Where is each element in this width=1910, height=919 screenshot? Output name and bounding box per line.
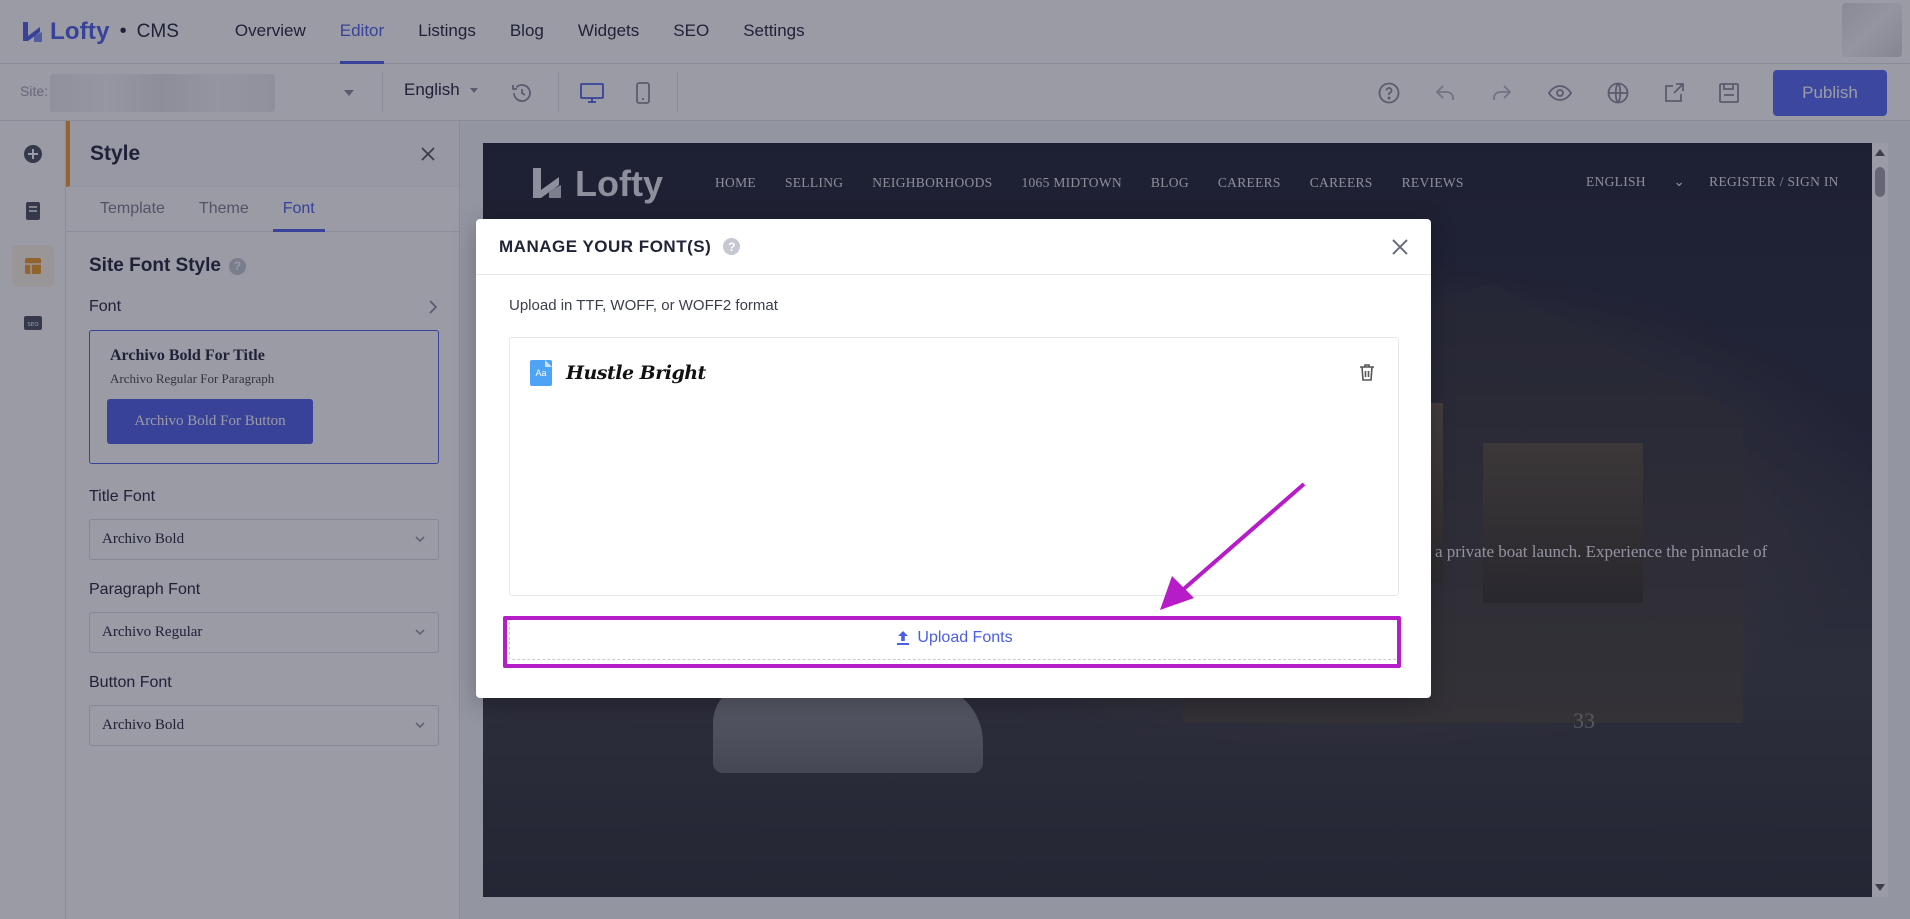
upload-fonts-label: Upload Fonts xyxy=(917,629,1013,646)
close-icon[interactable] xyxy=(1389,236,1411,258)
list-item: Aa Hustle Bright xyxy=(530,360,706,386)
font-file-icon: Aa xyxy=(530,360,552,386)
trash-icon[interactable] xyxy=(1358,362,1376,382)
modal-header: MANAGE YOUR FONT(S) ? xyxy=(476,219,1431,275)
font-name: Hustle Bright xyxy=(566,362,706,384)
uploaded-fonts-list: Aa Hustle Bright xyxy=(509,337,1399,596)
upload-fonts-button[interactable]: Upload Fonts xyxy=(509,616,1399,660)
modal-title: MANAGE YOUR FONT(S) xyxy=(499,236,712,256)
upload-icon xyxy=(897,631,910,645)
manage-fonts-modal: MANAGE YOUR FONT(S) ? Upload in TTF, WOF… xyxy=(476,219,1431,698)
upload-format-hint: Upload in TTF, WOFF, or WOFF2 format xyxy=(509,297,778,314)
help-icon[interactable]: ? xyxy=(723,238,741,255)
